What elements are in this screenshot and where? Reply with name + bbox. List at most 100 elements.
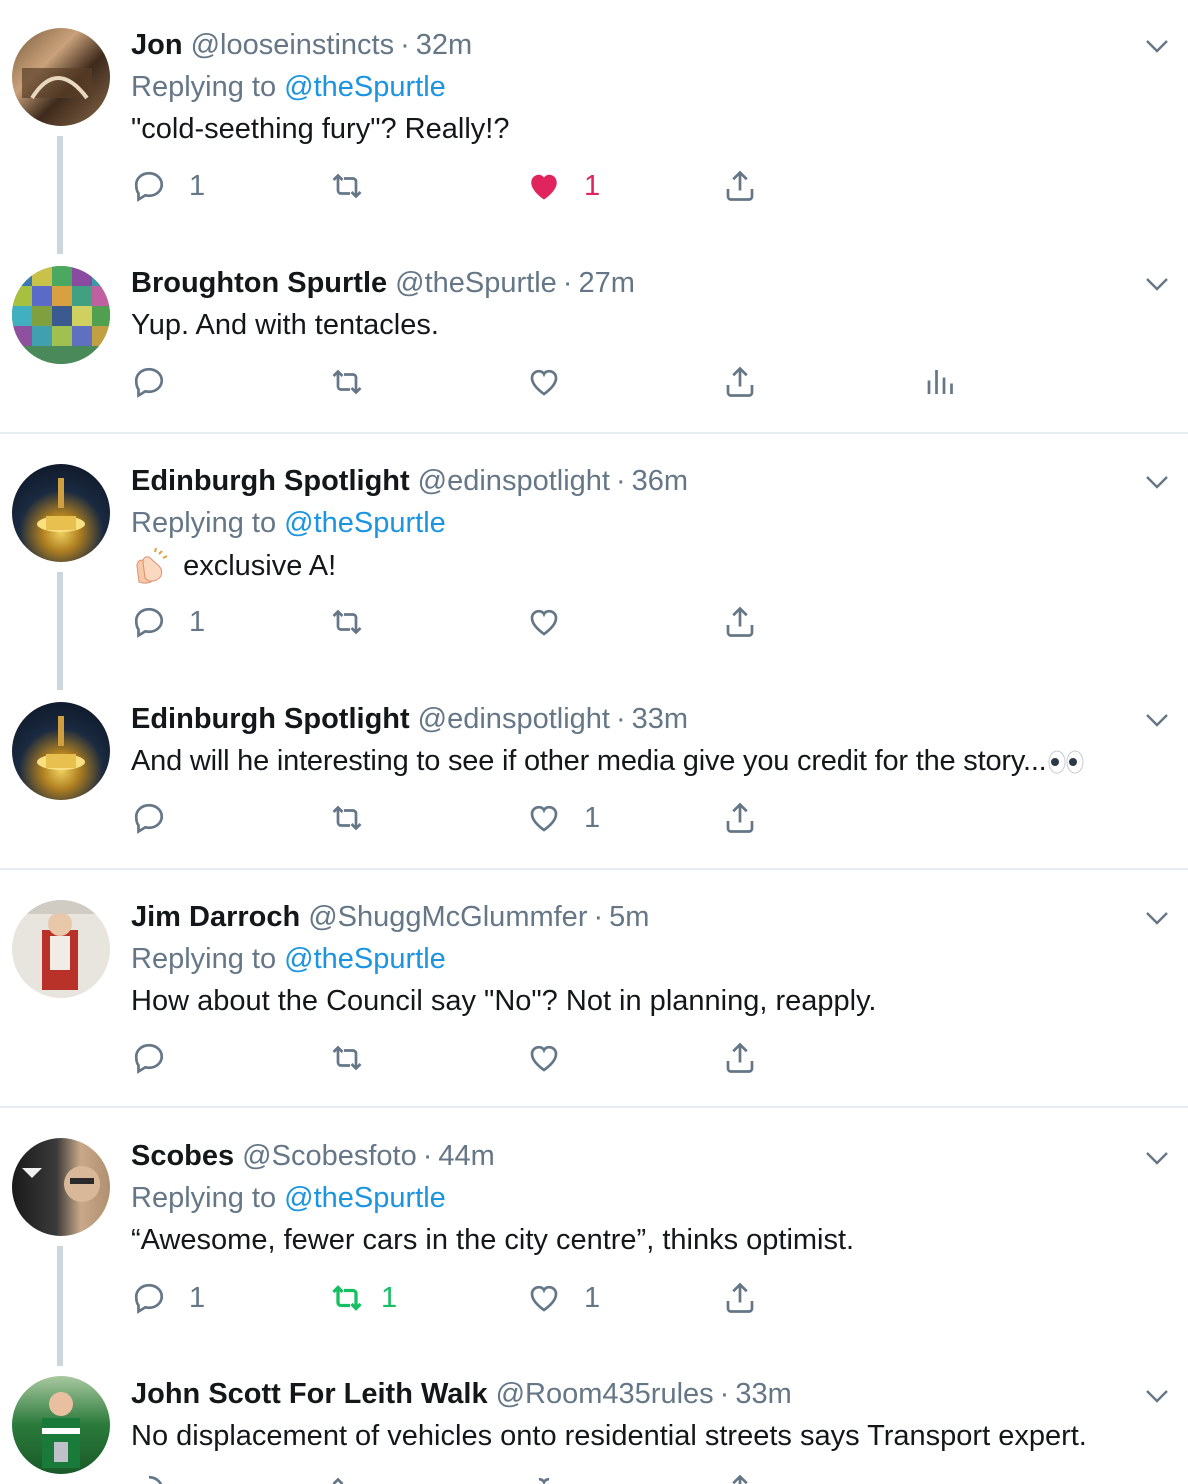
mention-link[interactable]: @theSpurtle (284, 71, 446, 103)
like-button[interactable] (526, 1472, 562, 1484)
avatar[interactable] (12, 28, 110, 126)
handle[interactable]: @edinspotlight (418, 465, 610, 497)
timestamp[interactable]: 5m (609, 901, 649, 933)
avatar[interactable] (12, 1138, 110, 1236)
retweet-button[interactable] (329, 1038, 365, 1078)
like-button[interactable] (526, 1038, 562, 1078)
avatar-image (12, 900, 110, 990)
like-count: 1 (584, 801, 601, 834)
reply-button[interactable]: 1 (131, 1278, 205, 1318)
reply-button[interactable]: 1 (131, 602, 205, 642)
chevron-down-icon[interactable] (1145, 1150, 1169, 1166)
retweet-button[interactable] (329, 362, 365, 402)
retweet-icon (332, 1477, 344, 1484)
heart-filled-icon (531, 174, 557, 200)
replying-prefix: Replying to (131, 943, 277, 975)
display-name[interactable]: Scobes (131, 1140, 234, 1172)
share-button[interactable] (722, 166, 758, 206)
display-name[interactable]: John Scott For Leith Walk (131, 1378, 488, 1410)
tweet-header: Jon @looseinstincts · 32m (131, 28, 472, 62)
separator-dot: · (615, 703, 626, 735)
tweet-header: Broughton Spurtle @theSpurtle · 27m (131, 266, 635, 300)
handle[interactable]: @Room435rules (496, 1378, 714, 1410)
reply-button[interactable] (131, 1038, 167, 1078)
heart-icon (530, 609, 558, 636)
timestamp[interactable]: 33m (735, 1378, 791, 1410)
timestamp[interactable]: 27m (578, 267, 634, 299)
share-button[interactable] (722, 1038, 758, 1078)
timestamp[interactable]: 33m (632, 703, 688, 735)
handle[interactable]: @ShuggMcGlummfer (308, 901, 587, 933)
retweet-button[interactable] (329, 798, 365, 838)
retweet-icon (332, 609, 362, 635)
mention-link[interactable]: @theSpurtle (284, 943, 446, 975)
tweet-header: Edinburgh Spotlight @edinspotlight · 36m (131, 464, 688, 498)
mention-link[interactable]: @theSpurtle (284, 507, 446, 539)
display-name[interactable]: Edinburgh Spotlight (131, 703, 410, 735)
chevron-down-icon[interactable] (1145, 712, 1169, 728)
tweet[interactable]: Edinburgh Spotlight @edinspotlight · 33m An… (0, 688, 1188, 868)
chevron-down-icon[interactable] (1145, 276, 1169, 292)
analytics-button[interactable] (920, 362, 956, 402)
tweet[interactable]: Scobes @Scobesfoto · 44m Replying to @theSp… (0, 1108, 1188, 1366)
retweet-button[interactable] (329, 166, 387, 206)
reply-count: 1 (189, 1281, 206, 1314)
chevron-down-icon[interactable] (1145, 1388, 1169, 1404)
like-button[interactable] (526, 362, 562, 402)
tweet[interactable]: John Scott For Leith Walk @Room435rules · 3… (0, 1366, 1188, 1484)
tweet[interactable]: Jim Darroch @ShuggMcGlummfer · 5m Replying … (0, 870, 1188, 1106)
reply-icon (134, 1283, 164, 1314)
analytics-icon (927, 370, 953, 394)
tweet-text: Yup. And with tentacles. (131, 309, 439, 341)
share-button[interactable] (722, 602, 758, 642)
like-button[interactable]: 1 (526, 166, 600, 206)
share-icon (726, 802, 754, 833)
share-button[interactable] (722, 1472, 758, 1484)
display-name[interactable]: Jon (131, 29, 183, 61)
share-button[interactable] (722, 1278, 758, 1318)
tweet[interactable]: Jon @looseinstincts · 32m Replying to @theS… (0, 0, 1188, 254)
retweet-active-icon (332, 1285, 362, 1311)
like-button[interactable] (526, 602, 562, 642)
reply-button[interactable] (131, 798, 167, 838)
reply-button[interactable]: 1 (131, 166, 205, 206)
avatar[interactable] (12, 464, 110, 562)
tweet-text: exclusive A! (183, 549, 337, 582)
separator-dot: · (615, 465, 626, 497)
like-button[interactable]: 1 (526, 1278, 600, 1318)
clapping-hands-emoji-icon (136, 548, 168, 584)
chevron-down-icon[interactable] (1145, 474, 1169, 490)
reply-button[interactable] (131, 362, 167, 402)
share-button[interactable] (722, 798, 758, 838)
avatar[interactable] (12, 1376, 110, 1474)
like-button[interactable]: 1 (526, 798, 600, 838)
reply-button[interactable] (131, 1472, 167, 1484)
tweet[interactable]: Edinburgh Spotlight @edinspotlight · 36m Re… (0, 434, 1188, 690)
timestamp[interactable]: 32m (416, 29, 472, 61)
tweet[interactable]: Broughton Spurtle @theSpurtle · 27m Yup. An… (0, 250, 1188, 432)
tweet-header: Edinburgh Spotlight @edinspotlight · 33m (131, 702, 688, 736)
display-name[interactable]: Edinburgh Spotlight (131, 465, 410, 497)
timestamp[interactable]: 36m (632, 465, 688, 497)
retweet-button[interactable]: 1 (329, 1278, 397, 1318)
avatar[interactable] (12, 266, 110, 364)
handle[interactable]: @theSpurtle (395, 267, 557, 299)
handle[interactable]: @Scobesfoto (242, 1140, 417, 1172)
avatar[interactable] (12, 900, 110, 998)
share-icon (726, 170, 754, 201)
display-name[interactable]: Broughton Spurtle (131, 267, 387, 299)
retweet-button[interactable] (329, 602, 365, 642)
retweet-button[interactable] (329, 1472, 365, 1484)
timestamp[interactable]: 44m (438, 1140, 494, 1172)
share-button[interactable] (722, 362, 758, 402)
chevron-down-icon[interactable] (1145, 910, 1169, 926)
avatar[interactable] (12, 702, 110, 800)
replying-to: Replying to @theSpurtle (131, 506, 446, 540)
retweet-count: 1 (381, 1281, 398, 1314)
display-name[interactable]: Jim Darroch (131, 901, 300, 933)
mention-link[interactable]: @theSpurtle (284, 1182, 446, 1214)
chevron-down-icon[interactable] (1145, 38, 1169, 54)
handle[interactable]: @looseinstincts (191, 29, 395, 61)
handle[interactable]: @edinspotlight (418, 703, 610, 735)
separator-dot: · (422, 1140, 433, 1172)
